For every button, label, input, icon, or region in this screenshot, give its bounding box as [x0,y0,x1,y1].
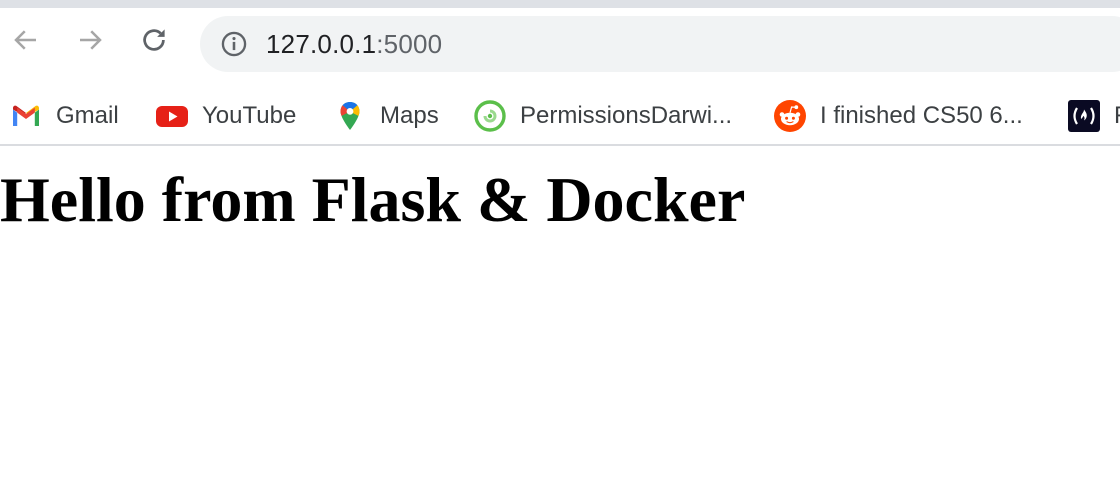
bookmarks-bar: Gmail YouTube Maps PermissionsDarwi... I… [0,88,1120,146]
bookmark-label: F [1114,102,1120,130]
tab-strip [0,0,1120,8]
page-heading: Hello from Flask & Docker [0,164,746,235]
url-text[interactable]: 127.0.0.1:5000 [266,16,442,72]
url-host: 127.0.0.1 [266,29,377,59]
address-bar[interactable]: 127.0.0.1:5000 [200,16,1120,72]
reddit-icon [774,100,806,132]
bookmark-youtube[interactable]: YouTube [156,88,296,144]
bookmark-reddit[interactable]: I finished CS50 6... [774,88,1023,144]
bookmark-label: PermissionsDarwi... [520,102,733,129]
back-button[interactable] [8,22,44,58]
bookmark-maps[interactable]: Maps [334,88,439,144]
bookmark-label: Maps [380,102,439,129]
arrow-right-icon [80,30,102,50]
bookmark-freecodecamp[interactable]: F [1068,88,1120,144]
youtube-icon [156,106,188,127]
gmail-icon [13,105,39,126]
reload-button[interactable] [136,22,172,58]
forward-button[interactable] [72,22,108,58]
bookmark-label: YouTube [202,102,297,129]
reload-icon [143,29,165,51]
arrow-left-icon [14,30,36,50]
url-port: :5000 [376,29,443,59]
freecodecamp-icon [1068,100,1100,132]
permissions-icon [474,100,506,132]
bookmark-permissions[interactable]: PermissionsDarwi... [474,88,732,144]
bookmark-label: I finished CS50 6... [820,102,1023,129]
bookmark-label: Gmail [56,102,119,129]
info-icon[interactable] [220,30,248,58]
maps-icon [340,102,360,130]
browser-toolbar: 127.0.0.1:5000 [0,8,1120,88]
bookmark-gmail[interactable]: Gmail [10,88,119,144]
